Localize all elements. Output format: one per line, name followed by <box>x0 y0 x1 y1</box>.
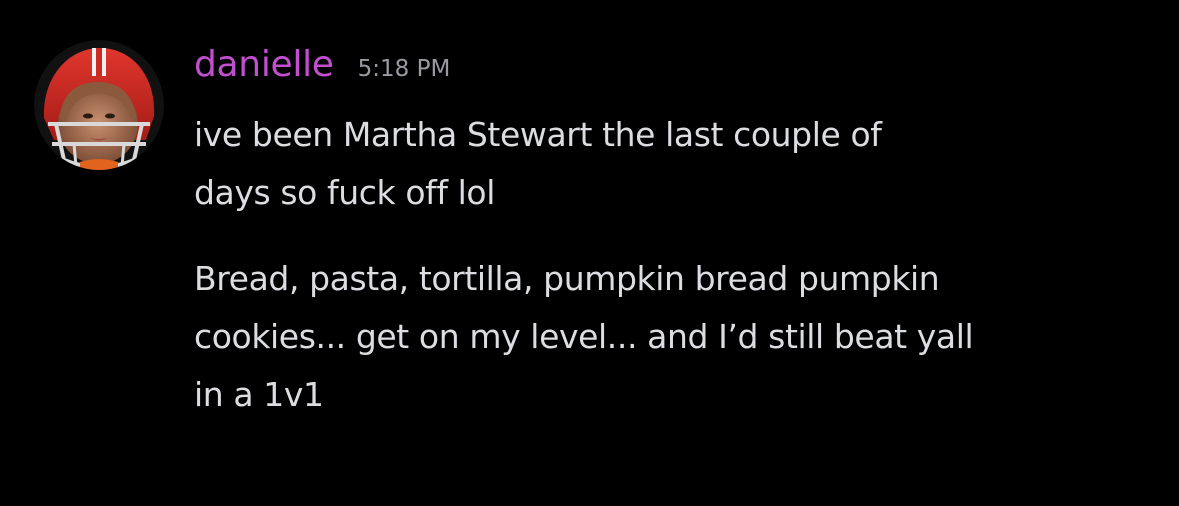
avatar[interactable] <box>34 40 164 170</box>
message-line: cookies... get on my level... and I’d st… <box>194 317 974 356</box>
message-text: ive been Martha Stewart the last couple … <box>194 106 882 222</box>
message-line: Bread, pasta, tortilla, pumpkin bread pu… <box>194 259 940 298</box>
message-line: in a 1v1 <box>194 375 324 414</box>
message-header: danielle 5:18 PM <box>194 44 450 100</box>
timestamp: 5:18 PM <box>357 56 451 82</box>
message-text: Bread, pasta, tortilla, pumpkin bread pu… <box>194 250 974 424</box>
football-helmet-avatar-icon <box>34 40 164 170</box>
chat-message: danielle 5:18 PM ive been Martha Stewart… <box>0 0 1179 506</box>
username[interactable]: danielle <box>194 44 334 85</box>
message-line: ive been Martha Stewart the last couple … <box>194 115 882 154</box>
message-line: days so fuck off lol <box>194 173 495 212</box>
